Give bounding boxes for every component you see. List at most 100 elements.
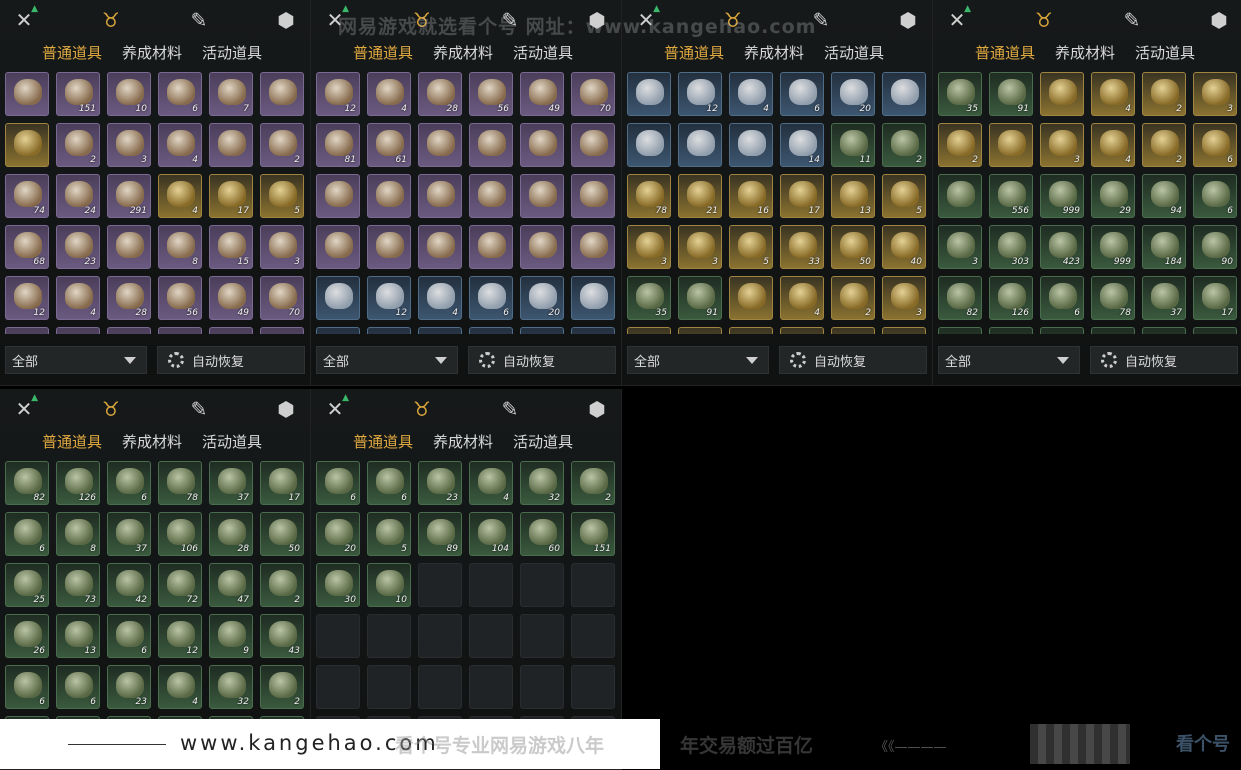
item-slot[interactable]: 50 (831, 225, 875, 269)
tab-0[interactable]: 普通道具 (965, 42, 1045, 64)
item-slot[interactable]: 126 (56, 461, 100, 505)
item-slot[interactable]: 4 (729, 72, 773, 116)
item-slot[interactable]: 12 (678, 72, 722, 116)
item-slot[interactable] (260, 72, 304, 116)
item-slot[interactable]: 3 (260, 225, 304, 269)
filter-dropdown[interactable]: 全部 (627, 346, 769, 374)
item-slot[interactable]: 7 (209, 72, 253, 116)
item-slot[interactable]: 2 (1142, 123, 1186, 167)
item-slot[interactable]: 61 (367, 123, 411, 167)
auto-restore-button[interactable]: 自动恢复 (468, 346, 616, 374)
item-slot[interactable]: 28 (107, 276, 151, 320)
tab-1[interactable]: 养成材料 (734, 42, 814, 64)
item-slot[interactable]: 82 (938, 276, 982, 320)
item-slot[interactable] (5, 327, 49, 334)
item-slot[interactable] (418, 225, 462, 269)
item-slot[interactable] (316, 174, 360, 218)
item-slot[interactable] (729, 276, 773, 320)
item-slot[interactable]: 423 (1040, 225, 1084, 269)
tab-0[interactable]: 普通道具 (343, 431, 423, 453)
auto-restore-button[interactable]: 自动恢复 (157, 346, 305, 374)
item-slot[interactable] (5, 123, 49, 167)
item-slot[interactable] (418, 123, 462, 167)
empty-slot[interactable] (469, 563, 513, 607)
item-slot[interactable]: 2 (938, 123, 982, 167)
empty-slot[interactable] (520, 563, 564, 607)
item-slot[interactable] (5, 72, 49, 116)
item-slot[interactable]: 47 (209, 563, 253, 607)
item-slot[interactable]: 291 (107, 174, 151, 218)
scroll-icon[interactable]: ✎ (185, 395, 213, 423)
item-slot[interactable]: 6 (56, 665, 100, 709)
item-slot[interactable]: 6 (5, 512, 49, 556)
item-slot[interactable] (469, 327, 513, 334)
item-slot[interactable]: 91 (678, 276, 722, 320)
item-slot[interactable] (469, 174, 513, 218)
item-slot[interactable]: 17 (209, 174, 253, 218)
swords-icon[interactable]: ✕ ▲ (943, 4, 971, 34)
shield-icon[interactable]: ⬢ (272, 6, 300, 34)
item-slot[interactable]: 4 (780, 276, 824, 320)
item-slot[interactable] (107, 327, 151, 334)
item-slot[interactable]: 32 (209, 665, 253, 709)
item-slot[interactable]: 37 (209, 461, 253, 505)
item-slot[interactable]: 94 (1142, 174, 1186, 218)
item-slot[interactable]: 6 (107, 461, 151, 505)
item-slot[interactable] (938, 327, 982, 334)
item-slot[interactable] (520, 174, 564, 218)
auto-restore-button[interactable]: 自动恢复 (779, 346, 927, 374)
item-slot[interactable]: 25 (5, 563, 49, 607)
item-slot[interactable]: 90 (1193, 225, 1237, 269)
item-slot[interactable]: 3 (938, 225, 982, 269)
item-slot[interactable]: 50 (260, 512, 304, 556)
item-slot[interactable]: 37 (1142, 276, 1186, 320)
item-slot[interactable] (1040, 72, 1084, 116)
item-slot[interactable] (627, 123, 671, 167)
item-slot[interactable]: 3 (107, 123, 151, 167)
empty-slot[interactable] (316, 614, 360, 658)
item-slot[interactable]: 6 (158, 72, 202, 116)
item-slot[interactable]: 32 (520, 461, 564, 505)
empty-slot[interactable] (367, 614, 411, 658)
item-slot[interactable] (1142, 327, 1186, 334)
item-slot[interactable]: 6 (107, 614, 151, 658)
item-slot[interactable]: 5 (729, 225, 773, 269)
tab-0[interactable]: 普通道具 (654, 42, 734, 64)
item-slot[interactable]: 13 (831, 174, 875, 218)
item-slot[interactable]: 89 (418, 512, 462, 556)
item-slot[interactable] (571, 225, 615, 269)
tab-2[interactable]: 活动道具 (814, 42, 894, 64)
item-slot[interactable] (316, 327, 360, 334)
item-slot[interactable]: 23 (107, 665, 151, 709)
tab-2[interactable]: 活动道具 (1125, 42, 1205, 64)
item-slot[interactable]: 35 (627, 276, 671, 320)
item-slot[interactable]: 2 (831, 276, 875, 320)
item-slot[interactable]: 5 (367, 512, 411, 556)
empty-slot[interactable] (520, 614, 564, 658)
item-slot[interactable]: 20 (831, 72, 875, 116)
item-slot[interactable] (367, 225, 411, 269)
item-slot[interactable] (571, 123, 615, 167)
item-slot[interactable]: 35 (938, 72, 982, 116)
item-slot[interactable]: 17 (260, 461, 304, 505)
item-slot[interactable] (469, 123, 513, 167)
item-slot[interactable]: 12 (316, 72, 360, 116)
tab-2[interactable]: 活动道具 (503, 42, 583, 64)
scroll-icon[interactable]: ✎ (185, 6, 213, 34)
item-slot[interactable]: 20 (316, 512, 360, 556)
item-slot[interactable]: 6 (1193, 123, 1237, 167)
item-slot[interactable] (780, 327, 824, 334)
item-slot[interactable] (260, 327, 304, 334)
item-slot[interactable] (418, 174, 462, 218)
swords-icon[interactable]: ✕ ▲ (10, 393, 38, 423)
item-slot[interactable]: 303 (989, 225, 1033, 269)
item-slot[interactable]: 21 (678, 174, 722, 218)
item-slot[interactable]: 72 (158, 563, 202, 607)
item-slot[interactable]: 14 (780, 123, 824, 167)
item-slot[interactable]: 6 (316, 461, 360, 505)
tab-1[interactable]: 养成材料 (423, 431, 503, 453)
item-slot[interactable]: 56 (158, 276, 202, 320)
item-slot[interactable]: 23 (56, 225, 100, 269)
item-slot[interactable]: 4 (56, 276, 100, 320)
item-slot[interactable]: 82 (5, 461, 49, 505)
